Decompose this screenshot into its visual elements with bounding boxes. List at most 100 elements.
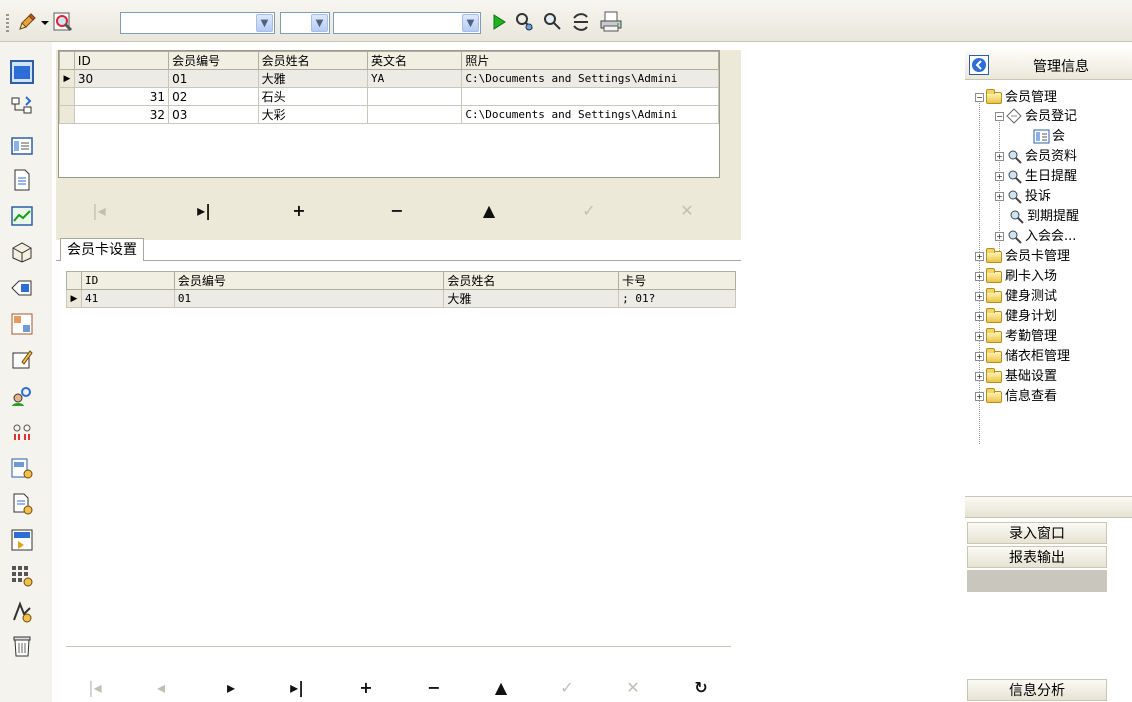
export-icon[interactable]: [10, 528, 34, 552]
chart-window-icon[interactable]: [10, 204, 34, 228]
collapse-panel-icon[interactable]: [969, 55, 989, 75]
toggles-icon[interactable]: [10, 420, 34, 444]
trash-icon[interactable]: [10, 634, 34, 658]
next-record-button[interactable]: ▸: [218, 677, 244, 699]
cell-member-name[interactable]: 大雅: [443, 289, 620, 308]
expand-icon[interactable]: +: [995, 232, 1004, 241]
run-icon[interactable]: [488, 11, 510, 33]
tag-icon[interactable]: [10, 276, 34, 300]
column-header[interactable]: 会员编号: [173, 271, 445, 290]
tree-item-locker[interactable]: + 储衣柜管理: [975, 347, 1070, 366]
document-icon[interactable]: [10, 168, 34, 192]
info-analysis-button[interactable]: 信息分析: [967, 679, 1107, 701]
search-icon[interactable]: [542, 11, 564, 33]
network-icon[interactable]: [10, 94, 34, 118]
cell-photo[interactable]: C:\Documents and Settings\Admini: [461, 69, 719, 88]
expand-icon[interactable]: +: [975, 252, 984, 261]
users-icon[interactable]: [10, 384, 34, 408]
expand-icon[interactable]: +: [975, 292, 984, 301]
cell-member-no[interactable]: 02: [168, 87, 259, 106]
expand-icon[interactable]: +: [975, 392, 984, 401]
delete-record-button[interactable]: −: [421, 677, 447, 699]
column-header[interactable]: 会员姓名: [443, 271, 620, 290]
grid-icon[interactable]: [10, 312, 34, 336]
filter-icon[interactable]: [570, 11, 592, 33]
find-icon[interactable]: [52, 11, 74, 33]
tab-card-settings[interactable]: 会员卡设置: [60, 238, 144, 261]
expand-icon[interactable]: +: [975, 372, 984, 381]
column-header[interactable]: ID: [80, 271, 175, 290]
package-icon[interactable]: [10, 240, 34, 264]
filter-combo-3[interactable]: ▼: [333, 12, 481, 34]
tree-item-attendance[interactable]: + 考勤管理: [975, 327, 1057, 346]
cancel-record-button[interactable]: ✕: [674, 200, 700, 222]
filter-combo-2[interactable]: ▼: [280, 12, 330, 34]
chevron-down-icon[interactable]: [40, 11, 50, 33]
members-grid[interactable]: ID 会员编号 会员姓名 英文名 照片 ▶ 30 01 大雅 YA C:\Doc…: [58, 50, 720, 178]
tree-item-info-view[interactable]: + 信息查看: [975, 387, 1057, 406]
cell-english-name[interactable]: YA: [367, 69, 463, 88]
cell-member-name[interactable]: 大雅: [257, 69, 369, 88]
edit-record-button[interactable]: ▲: [476, 200, 502, 222]
printer-icon[interactable]: [598, 11, 624, 33]
panel-splitter[interactable]: [965, 496, 1132, 518]
insert-record-button[interactable]: +: [286, 200, 312, 222]
tree-item-card-mgmt[interactable]: + 会员卡管理: [975, 247, 1070, 266]
analysis-icon[interactable]: [10, 600, 34, 624]
cell-member-name[interactable]: 石头: [257, 87, 369, 106]
tree-item-card-entry[interactable]: + 刷卡入场: [975, 267, 1057, 286]
collapse-icon[interactable]: −: [995, 112, 1004, 121]
expand-icon[interactable]: +: [995, 172, 1004, 181]
card-grid[interactable]: ID 会员编号 会员姓名 卡号 ▶ 41 01 大雅 ; 01?: [66, 271, 738, 308]
form-icon[interactable]: [10, 134, 34, 158]
window-icon[interactable]: [10, 60, 34, 84]
delete-record-button[interactable]: −: [384, 200, 410, 222]
tree-item-fitness-plan[interactable]: + 健身计划: [975, 307, 1057, 326]
tree-item-complaint[interactable]: + 投诉: [995, 187, 1051, 206]
table-row[interactable]: 31 02 石头: [59, 87, 719, 106]
cell-english-name[interactable]: [367, 87, 463, 106]
collapse-icon[interactable]: −: [975, 93, 984, 102]
cell-member-no[interactable]: 01: [173, 289, 445, 308]
cell-photo[interactable]: [461, 87, 719, 106]
tree-item-birthday-reminder[interactable]: + 生日提醒: [995, 167, 1077, 186]
table-row[interactable]: 32 03 大彩 C:\Documents and Settings\Admin…: [59, 105, 719, 124]
chevron-down-icon[interactable]: ▼: [311, 14, 328, 32]
cell-photo[interactable]: C:\Documents and Settings\Admini: [461, 105, 719, 124]
post-record-button[interactable]: ✓: [554, 677, 580, 699]
edit-record-button[interactable]: ▲: [488, 677, 514, 699]
column-header[interactable]: ID: [73, 51, 170, 70]
post-record-button[interactable]: ✓: [576, 200, 602, 222]
expand-icon[interactable]: +: [975, 332, 984, 341]
pencil-icon[interactable]: [16, 11, 38, 33]
report-output-button[interactable]: 报表输出: [967, 546, 1107, 568]
tree-item-member-form[interactable]: 会: [1033, 127, 1065, 146]
table-row[interactable]: ▶ 41 01 大雅 ; 01?: [66, 289, 736, 308]
tree-item-join-fee[interactable]: + 入会会...: [995, 227, 1076, 246]
cancel-record-button[interactable]: ✕: [620, 677, 646, 699]
toolbar-grip[interactable]: [6, 14, 9, 32]
expand-icon[interactable]: +: [975, 352, 984, 361]
tree-item-fitness-test[interactable]: + 健身测试: [975, 287, 1057, 306]
expand-icon[interactable]: +: [995, 192, 1004, 201]
chevron-down-icon[interactable]: ▼: [256, 14, 273, 32]
tree-item-member-register[interactable]: − 会员登记: [995, 107, 1077, 126]
report-doc-icon[interactable]: [10, 492, 34, 516]
cell-id[interactable]: 31: [73, 87, 170, 106]
cell-id[interactable]: 32: [73, 105, 170, 124]
column-header[interactable]: 卡号: [618, 271, 736, 290]
last-record-button[interactable]: ▸|: [284, 677, 310, 699]
cell-card-no[interactable]: ; 01?: [618, 289, 736, 308]
expand-icon[interactable]: +: [975, 312, 984, 321]
tree-item-member-mgmt[interactable]: − 会员管理: [975, 88, 1057, 107]
cell-member-no[interactable]: 01: [168, 69, 259, 88]
column-header[interactable]: 照片: [461, 51, 719, 70]
entry-window-button[interactable]: 录入窗口: [967, 522, 1107, 544]
tree-item-member-info[interactable]: + 会员资料: [995, 147, 1077, 166]
cell-english-name[interactable]: [367, 105, 463, 124]
cell-id[interactable]: 41: [80, 289, 175, 308]
tree-item-basic-settings[interactable]: + 基础设置: [975, 367, 1057, 386]
search-user-icon[interactable]: [514, 11, 536, 33]
cell-member-no[interactable]: 03: [168, 105, 259, 124]
expand-icon[interactable]: +: [995, 152, 1004, 161]
